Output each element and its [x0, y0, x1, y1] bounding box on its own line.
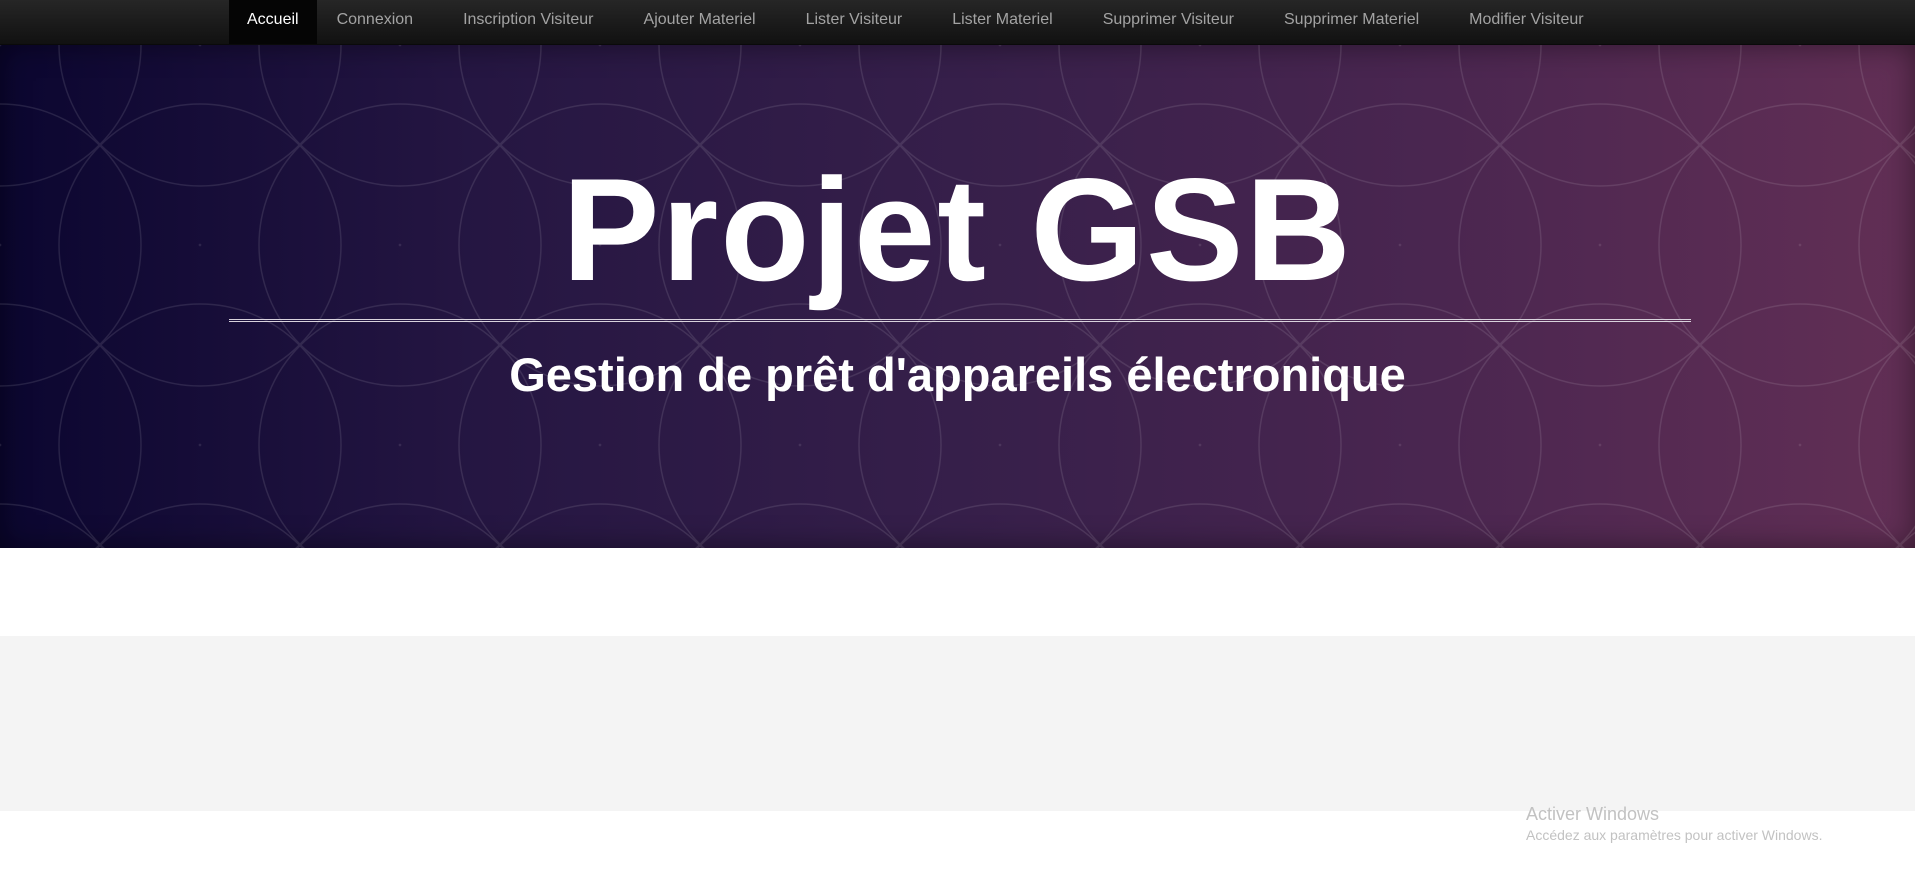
- title-divider: [229, 319, 1691, 322]
- watermark-subtitle: Accédez aux paramètres pour activer Wind…: [1526, 827, 1823, 843]
- top-navbar: Accueil Connexion Inscription Visiteur A…: [0, 0, 1915, 45]
- nav-menu: Accueil Connexion Inscription Visiteur A…: [229, 0, 1614, 44]
- nav-item-ajouter-materiel[interactable]: Ajouter Materiel: [624, 0, 776, 44]
- hero-banner: Projet GSB Gestion de prêt d'appareils é…: [0, 45, 1915, 548]
- nav-item-modifier-visiteur[interactable]: Modifier Visiteur: [1449, 0, 1603, 44]
- footer: [0, 636, 1915, 811]
- nav-item-connexion[interactable]: Connexion: [317, 0, 434, 44]
- nav-item-inscription-visiteur[interactable]: Inscription Visiteur: [443, 0, 613, 44]
- nav-item-supprimer-materiel[interactable]: Supprimer Materiel: [1264, 0, 1439, 44]
- nav-item-accueil[interactable]: Accueil: [229, 0, 317, 44]
- windows-activation-watermark: Activer Windows Accédez aux paramètres p…: [1526, 803, 1822, 845]
- watermark-title: Activer Windows: [1526, 804, 1660, 824]
- nav-item-supprimer-visiteur[interactable]: Supprimer Visiteur: [1083, 0, 1254, 44]
- page-title: Projet GSB: [562, 148, 1353, 311]
- content-area: [0, 548, 1915, 637]
- nav-item-lister-materiel[interactable]: Lister Materiel: [932, 0, 1072, 44]
- nav-item-lister-visiteur[interactable]: Lister Visiteur: [786, 0, 923, 44]
- page-subtitle: Gestion de prêt d'appareils électronique: [509, 348, 1406, 401]
